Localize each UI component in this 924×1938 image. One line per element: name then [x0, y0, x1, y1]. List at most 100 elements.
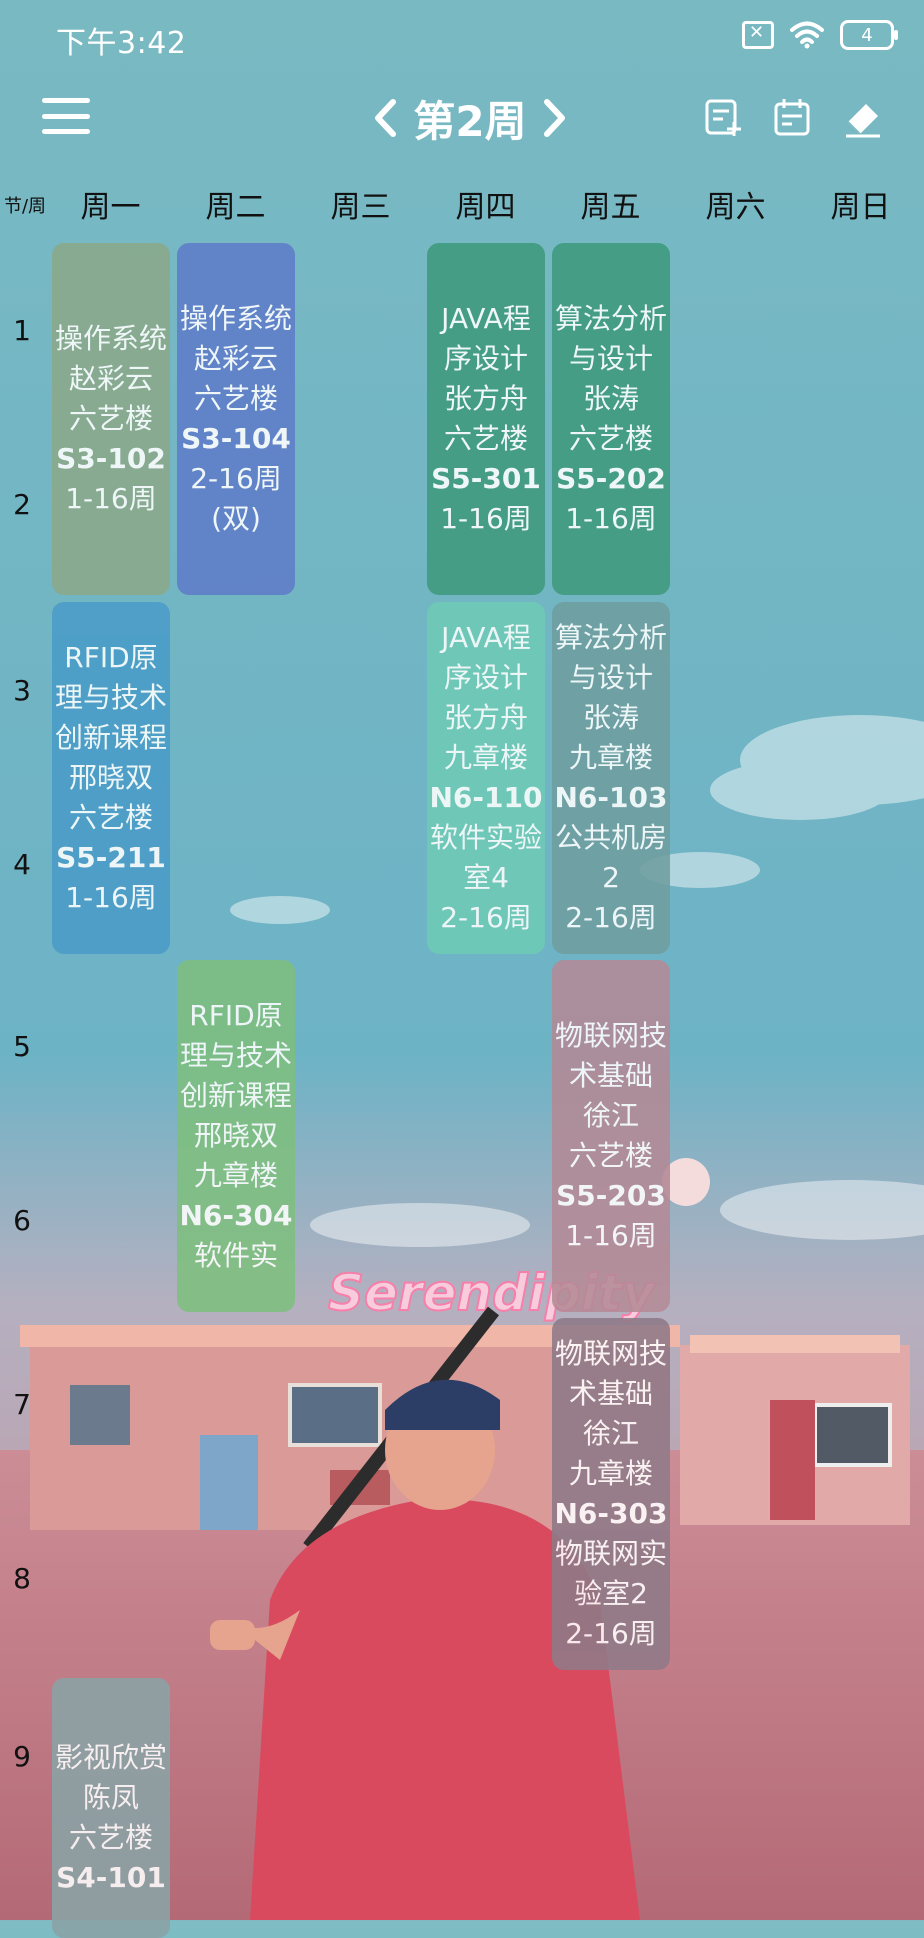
- status-icons: 4: [742, 20, 898, 50]
- day-friday: 周五: [580, 190, 641, 225]
- course-text: JAVA程序设计张方舟六艺楼 S5-301 1-16周: [429, 299, 543, 539]
- period-number: 4: [13, 848, 31, 881]
- day-thursday: 周四: [455, 190, 516, 225]
- course-card[interactable]: 影视欣赏陈凤六艺楼 S4-101: [52, 1678, 170, 1938]
- chevron-left-icon[interactable]: [367, 96, 403, 140]
- sim-off-icon: [742, 21, 774, 49]
- course-text: 算法分析与设计张涛六艺楼 S5-202 1-16周: [554, 299, 668, 539]
- course-line: 赵彩云: [193, 342, 278, 375]
- course-line: 物联网技术基础: [554, 1337, 667, 1410]
- course-line: 公共机房2: [554, 821, 667, 894]
- course-card[interactable]: 物联网技术基础 徐江 九章楼 N6-303 物联网实验室2 2-16周: [552, 1318, 670, 1670]
- course-line: 2-16周(双): [190, 462, 282, 535]
- course-line: 物联网技术基础: [554, 1019, 667, 1092]
- course-line: RFID原理与技术创新课程: [54, 641, 167, 754]
- course-line: 九章楼: [568, 741, 653, 774]
- course-line: 1-16周: [65, 482, 157, 515]
- course-line: RFID原理与技术创新课程: [179, 999, 292, 1112]
- course-line: 邢晓双: [193, 1119, 278, 1152]
- course-line: 陈凤: [82, 1781, 139, 1814]
- course-card[interactable]: JAVA程序设计 张方舟 九章楼 N6-110 软件实验室4 2-16周: [427, 602, 545, 954]
- week-navigator: 第2周: [360, 90, 580, 146]
- course-text: RFID原理与技术创新课程邢晓双九章楼 N6-304 软件实: [179, 996, 293, 1276]
- course-line: 软件实验室4: [429, 821, 542, 894]
- course-line: 邢晓双: [68, 761, 153, 794]
- course-text: 算法分析与设计张涛九章楼 N6-103 公共机房2 2-16周: [554, 618, 668, 938]
- period-number: 5: [13, 1030, 31, 1063]
- period-number: 2: [13, 488, 31, 521]
- course-line: 九章楼: [193, 1159, 278, 1192]
- course-text: 物联网技术基础 徐江 九章楼 N6-303 物联网实验室2 2-16周: [554, 1334, 668, 1654]
- course-line: 操作系统: [179, 302, 292, 335]
- course-line: N6-103: [554, 781, 668, 814]
- course-line: N6-110: [429, 781, 543, 814]
- toolbar-actions: [702, 96, 884, 138]
- day-sunday: 周日: [830, 190, 891, 225]
- period-number: 1: [13, 314, 31, 347]
- period-number: 6: [13, 1204, 31, 1237]
- course-card[interactable]: 操作系统 赵彩云 六艺楼 S3-104 2-16周(双): [177, 243, 295, 595]
- course-line: JAVA程序设计: [441, 302, 531, 375]
- course-line: S5-301: [431, 462, 541, 495]
- course-line: 影视欣赏: [54, 1741, 167, 1774]
- period-number: 3: [13, 674, 31, 707]
- status-bar: 下午3:42 4: [0, 0, 924, 76]
- course-line: S5-211: [56, 841, 166, 874]
- course-text: 操作系统 赵彩云 六艺楼 S3-104 2-16周(双): [179, 299, 293, 539]
- course-line: 软件实: [193, 1239, 278, 1272]
- course-text: RFID原理与技术创新课程 邢晓双 六艺楼 S5-211 1-16周: [54, 638, 168, 918]
- course-line: 1-16周: [565, 1219, 657, 1252]
- course-line: 张方舟: [443, 701, 528, 734]
- course-line: 徐江: [582, 1417, 639, 1450]
- course-line: 2-16周: [565, 901, 657, 934]
- day-tuesday: 周二: [205, 190, 266, 225]
- day-wednesday: 周三: [330, 190, 391, 225]
- course-line: 六艺楼: [193, 382, 278, 415]
- course-card[interactable]: 物联网技术基础徐江六艺楼 S5-203 1-16周: [552, 960, 670, 1312]
- course-line: 六艺楼: [568, 1139, 653, 1172]
- course-line: 1-16周: [440, 502, 532, 535]
- battery-icon: 4: [840, 20, 898, 50]
- period-number: 9: [13, 1740, 31, 1773]
- course-line: 六艺楼: [68, 402, 153, 435]
- course-card[interactable]: RFID原理与技术创新课程邢晓双九章楼 N6-304 软件实: [177, 960, 295, 1312]
- course-card[interactable]: 算法分析与设计张涛九章楼 N6-103 公共机房2 2-16周: [552, 602, 670, 954]
- course-line: 算法分析与设计: [554, 621, 667, 694]
- course-card[interactable]: 操作系统 赵彩云 六艺楼 S3-102 1-16周: [52, 243, 170, 595]
- course-line: S5-202: [556, 462, 666, 495]
- course-line: 算法分析与设计: [554, 302, 667, 375]
- course-card[interactable]: RFID原理与技术创新课程 邢晓双 六艺楼 S5-211 1-16周: [52, 602, 170, 954]
- course-line: 张方舟: [443, 382, 528, 415]
- course-line: S4-101: [56, 1861, 166, 1894]
- course-line: 张涛: [582, 382, 639, 415]
- course-line: N6-304: [179, 1199, 293, 1232]
- add-note-icon[interactable]: [702, 96, 744, 138]
- chevron-right-icon[interactable]: [537, 96, 573, 140]
- corner-label: 节/周: [3, 196, 47, 217]
- course-line: 操作系统: [54, 322, 167, 355]
- status-time: 下午3:42: [56, 26, 187, 61]
- course-line: 赵彩云: [68, 362, 153, 395]
- course-card[interactable]: 算法分析与设计张涛六艺楼 S5-202 1-16周: [552, 243, 670, 595]
- course-line: 六艺楼: [443, 422, 528, 455]
- wifi-icon: [790, 21, 824, 49]
- menu-icon[interactable]: [42, 98, 90, 134]
- course-text: 影视欣赏陈凤六艺楼 S4-101: [55, 1738, 167, 1898]
- course-line: 2-16周: [565, 1617, 657, 1650]
- week-title[interactable]: 第2周: [413, 88, 526, 149]
- course-text: 物联网技术基础徐江六艺楼 S5-203 1-16周: [554, 1016, 668, 1256]
- calendar-edit-icon[interactable]: [772, 96, 814, 138]
- course-line: 1-16周: [565, 502, 657, 535]
- day-monday: 周一: [80, 190, 141, 225]
- course-line: 徐江: [582, 1099, 639, 1132]
- course-line: 张涛: [582, 701, 639, 734]
- course-line: 1-16周: [65, 881, 157, 914]
- course-text: 操作系统 赵彩云 六艺楼 S3-102 1-16周: [55, 319, 167, 519]
- course-line: 六艺楼: [568, 422, 653, 455]
- period-number: 8: [13, 1562, 31, 1595]
- eraser-icon[interactable]: [842, 96, 884, 138]
- course-card[interactable]: JAVA程序设计张方舟六艺楼 S5-301 1-16周: [427, 243, 545, 595]
- course-line: S5-203: [556, 1179, 666, 1212]
- course-line: 六艺楼: [68, 1821, 153, 1854]
- course-line: 2-16周: [440, 901, 532, 934]
